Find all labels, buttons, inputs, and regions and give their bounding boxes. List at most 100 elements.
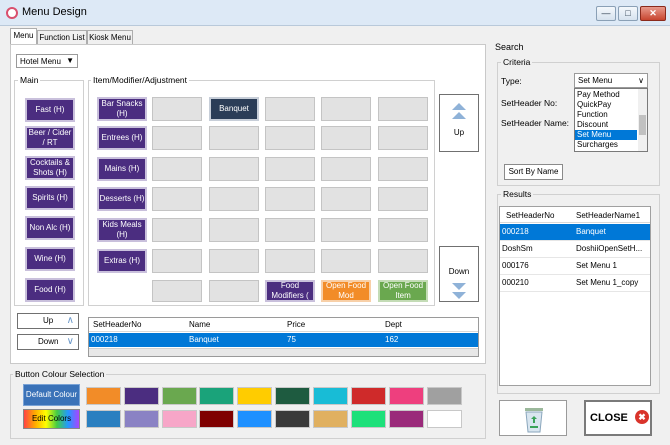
colour-swatch[interactable] [162, 387, 197, 405]
colour-swatch[interactable] [86, 387, 121, 405]
item-button-mains[interactable]: Mains (H) [97, 157, 147, 181]
colour-swatch[interactable] [275, 387, 310, 405]
type-option[interactable]: Discount [575, 120, 637, 130]
close-button[interactable]: CLOSE ✖ [584, 400, 652, 436]
item-slot[interactable] [321, 249, 371, 273]
item-slot[interactable] [321, 187, 371, 211]
item-slot[interactable] [209, 126, 259, 150]
colour-swatch[interactable] [237, 410, 272, 428]
item-slot[interactable] [378, 218, 428, 242]
item-slot[interactable] [378, 97, 428, 121]
tab-kiosk-menu[interactable]: Kiosk Menu [87, 30, 133, 44]
main-button-cocktails[interactable]: Cocktails & Shots (H) [25, 156, 75, 180]
main-button-beer[interactable]: Beer / Cider / RT [25, 126, 75, 150]
main-button-wine[interactable]: Wine (H) [25, 247, 75, 271]
item-slot[interactable] [152, 218, 202, 242]
item-slot[interactable] [152, 126, 202, 150]
item-button-bar-snacks[interactable]: Bar Snacks (H) [97, 97, 147, 121]
colour-swatch[interactable] [124, 387, 159, 405]
item-slot[interactable] [378, 187, 428, 211]
column-header-dept[interactable]: Dept [385, 320, 402, 329]
main-down-button[interactable]: Down ∨ [17, 334, 79, 350]
table-row[interactable]: 000218 Banquet 75 162 [89, 333, 478, 347]
main-button-fast[interactable]: Fast (H) [25, 98, 75, 122]
colour-swatch[interactable] [389, 410, 424, 428]
item-slot[interactable] [209, 218, 259, 242]
minimize-icon[interactable]: — [596, 6, 616, 21]
colour-swatch[interactable] [351, 410, 386, 428]
column-header-setheaderno[interactable]: SetHeaderNo [93, 320, 141, 329]
menu-select[interactable]: Hotel Menu ▼ [16, 54, 78, 68]
results-column-setheaderno[interactable]: SetHeaderNo [506, 211, 554, 220]
item-button-desserts[interactable]: Desserts (H) [97, 187, 147, 211]
item-slot[interactable] [265, 249, 315, 273]
sort-by-name-button[interactable]: Sort By Name [504, 164, 563, 180]
item-slot[interactable] [265, 97, 315, 121]
item-button-open-food-mod[interactable]: Open Food Mod [321, 280, 371, 302]
colour-swatch[interactable] [313, 387, 348, 405]
item-button-banquet[interactable]: Banquet [209, 97, 259, 121]
maximize-icon[interactable]: □ [618, 6, 638, 21]
item-button-kids-meals[interactable]: Kids Meals (H) [97, 218, 147, 242]
type-option[interactable]: Pay Method [575, 90, 637, 100]
colour-swatch[interactable] [427, 410, 462, 428]
default-colour-button[interactable]: Default Colour [23, 384, 80, 406]
tab-menu[interactable]: Menu [10, 28, 37, 45]
item-slot[interactable] [378, 126, 428, 150]
items-down-button[interactable]: Down [439, 246, 479, 302]
item-slot[interactable] [152, 280, 202, 302]
dropdown-scrollbar[interactable] [638, 89, 647, 151]
column-header-name[interactable]: Name [189, 320, 210, 329]
tab-function-list[interactable]: Function List [37, 30, 87, 44]
dropdown-scrollbar-thumb[interactable] [639, 115, 646, 135]
item-slot[interactable] [152, 157, 202, 181]
type-option[interactable]: Function [575, 110, 637, 120]
results-row[interactable]: 000210 Set Menu 1_copy [500, 275, 650, 292]
item-slot[interactable] [321, 126, 371, 150]
colour-swatch[interactable] [124, 410, 159, 428]
colour-swatch[interactable] [199, 387, 234, 405]
table-horizontal-scrollbar[interactable] [89, 348, 478, 356]
colour-swatch[interactable] [86, 410, 121, 428]
item-slot[interactable] [152, 187, 202, 211]
main-button-spirits[interactable]: Spirits (H) [25, 186, 75, 210]
item-slot[interactable] [265, 157, 315, 181]
item-slot[interactable] [265, 218, 315, 242]
results-row[interactable]: 000218 Banquet [500, 224, 650, 241]
item-slot[interactable] [378, 157, 428, 181]
colour-swatch[interactable] [351, 387, 386, 405]
item-button-entrees[interactable]: Entrees (H) [97, 126, 147, 150]
results-column-setheadername1[interactable]: SetHeaderName1 [576, 211, 640, 220]
colour-swatch[interactable] [389, 387, 424, 405]
main-up-button[interactable]: Up ∧ [17, 313, 79, 329]
colour-swatch[interactable] [199, 410, 234, 428]
colour-swatch[interactable] [313, 410, 348, 428]
item-button-food-modifiers[interactable]: Food Modifiers ( [265, 280, 315, 302]
main-button-food[interactable]: Food (H) [25, 278, 75, 302]
item-slot[interactable] [321, 97, 371, 121]
item-slot[interactable] [152, 97, 202, 121]
colour-swatch[interactable] [237, 387, 272, 405]
column-header-price[interactable]: Price [287, 320, 305, 329]
edit-colors-button[interactable]: Edit Colors [23, 409, 80, 429]
item-slot[interactable] [209, 249, 259, 273]
results-row[interactable]: 000176 Set Menu 1 [500, 258, 650, 275]
results-row[interactable]: DoshSm DoshiiOpenSetH... [500, 241, 650, 258]
type-select[interactable]: Set Menu ∨ [574, 73, 648, 88]
item-slot[interactable] [321, 218, 371, 242]
item-slot[interactable] [209, 280, 259, 302]
close-window-icon[interactable]: ✕ [640, 6, 666, 21]
item-slot[interactable] [321, 157, 371, 181]
item-slot[interactable] [265, 126, 315, 150]
item-slot[interactable] [378, 249, 428, 273]
type-option[interactable]: QuickPay [575, 100, 637, 110]
recycle-bin-button[interactable] [499, 400, 567, 436]
item-button-open-food-item[interactable]: Open Food Item [378, 280, 428, 302]
main-button-non-alc[interactable]: Non Alc (H) [25, 216, 75, 240]
items-up-button[interactable]: Up [439, 94, 479, 152]
type-option[interactable]: Set Menu [575, 130, 637, 140]
item-slot[interactable] [209, 157, 259, 181]
colour-swatch[interactable] [162, 410, 197, 428]
item-slot[interactable] [209, 187, 259, 211]
item-button-extras[interactable]: Extras (H) [97, 249, 147, 273]
